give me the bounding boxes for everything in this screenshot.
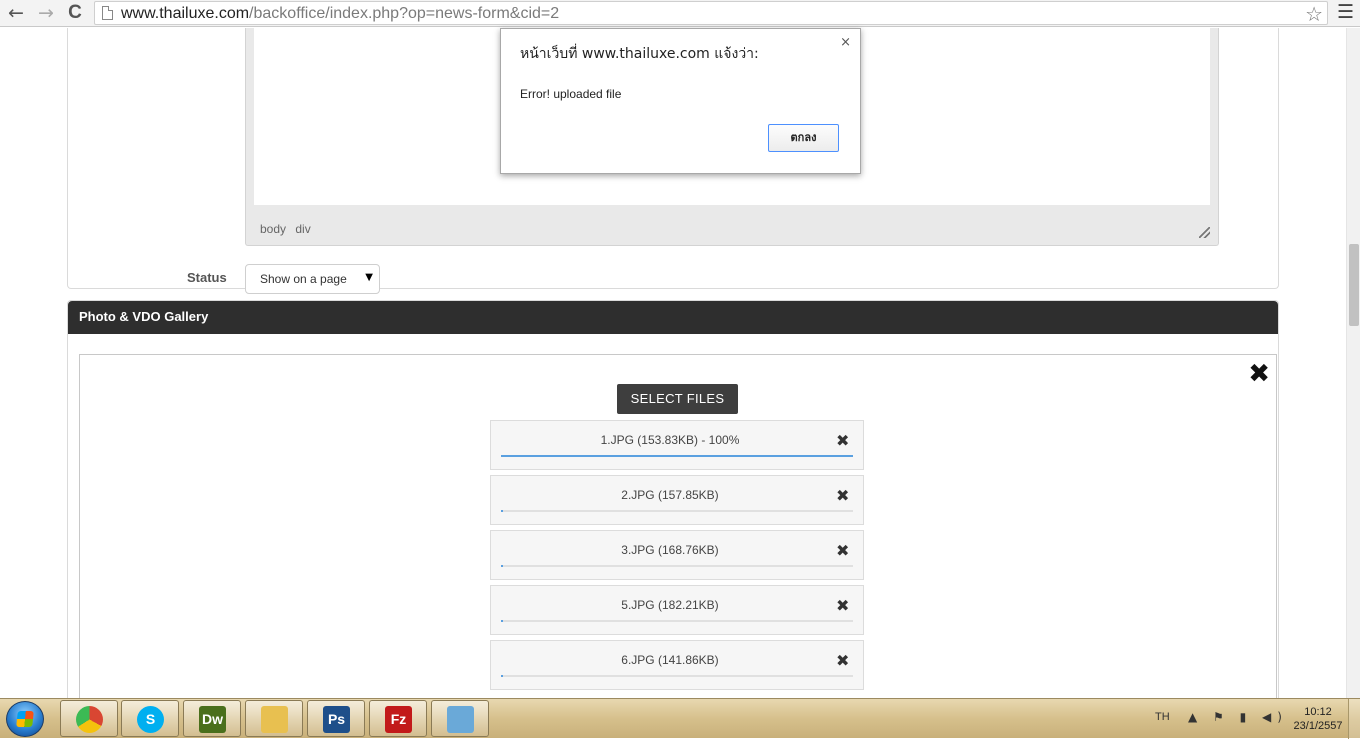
dreamweaver-icon: Dw (199, 706, 226, 733)
notes-icon (447, 706, 474, 733)
show-desktop-button[interactable] (1348, 699, 1360, 739)
url-text[interactable]: www.thailuxe.com/backoffice/index.php?op… (121, 5, 559, 23)
language-indicator[interactable]: TH (1155, 711, 1170, 723)
file-item: 2.JPG (157.85KB) ✖ (490, 475, 864, 525)
page-icon (102, 6, 113, 20)
forward-icon[interactable]: → (35, 2, 57, 24)
status-selected-value: Show on a page (260, 272, 347, 286)
select-files-button[interactable]: SELECT FILES (617, 384, 738, 414)
back-icon[interactable]: ← (5, 2, 27, 24)
file-progress-bar (501, 675, 853, 677)
url-path: /backoffice/index.php?op=news-form&cid=2 (249, 5, 560, 22)
file-name: 5.JPG (182.21KB) (621, 598, 719, 612)
file-name: 2.JPG (157.85KB) (621, 488, 719, 502)
file-progress-bar (501, 510, 853, 512)
taskbar-chrome-button[interactable] (60, 700, 118, 737)
gallery-title: Photo & VDO Gallery (79, 309, 209, 324)
file-item: 5.JPG (182.21KB) ✖ (490, 585, 864, 635)
taskbar: S Dw Ps Fz TH ▲ ⚑ ▮ ◀) 10:12 23/1/2557 (0, 698, 1360, 739)
scrollbar-thumb[interactable] (1349, 244, 1359, 326)
file-progress-fill (501, 620, 504, 622)
taskbar-dreamweaver-button[interactable]: Dw (183, 700, 241, 737)
page-scrollbar[interactable] (1346, 28, 1360, 698)
filezilla-icon: Fz (385, 706, 412, 733)
file-progress-bar (501, 620, 853, 622)
file-progress-fill (501, 565, 504, 567)
file-name: 3.JPG (168.76KB) (621, 543, 719, 557)
taskbar-photoshop-button[interactable]: Ps (307, 700, 365, 737)
status-label: Status (187, 270, 227, 285)
caret-down-icon: ▼ (365, 272, 373, 283)
upload-dropzone[interactable]: ✖ SELECT FILES 1.JPG (153.83KB) - 100% ✖ 2… (79, 354, 1277, 698)
url-host: www.thailuxe.com (121, 5, 250, 22)
file-progress-bar (501, 565, 853, 567)
remove-file-icon[interactable]: ✖ (836, 596, 849, 615)
photoshop-icon: Ps (323, 706, 350, 733)
file-item: 6.JPG (141.86KB) ✖ (490, 640, 864, 690)
browser-toolbar: ← → C www.thailuxe.com/backoffice/index.… (0, 0, 1360, 27)
skype-icon: S (137, 706, 164, 733)
gallery-panel: Photo & VDO Gallery ✖ SELECT FILES 1.JPG… (67, 300, 1279, 698)
taskbar-skype-button[interactable]: S (121, 700, 179, 737)
alert-title: หน้าเว็บที่ www.thailuxe.com แจ้งว่า: (520, 46, 759, 62)
close-icon[interactable]: ✖ (1248, 359, 1270, 389)
explorer-icon (261, 706, 288, 733)
alert-dialog: หน้าเว็บที่ www.thailuxe.com แจ้งว่า: × … (500, 28, 861, 174)
remove-file-icon[interactable]: ✖ (836, 486, 849, 505)
close-icon[interactable]: × (840, 35, 851, 50)
file-progress-fill (501, 455, 853, 457)
remove-file-icon[interactable]: ✖ (836, 541, 849, 560)
address-bar[interactable]: www.thailuxe.com/backoffice/index.php?op… (94, 1, 1328, 26)
chrome-icon (76, 706, 103, 733)
remove-file-icon[interactable]: ✖ (836, 431, 849, 450)
ok-button[interactable]: ตกลง (768, 124, 839, 152)
remove-file-icon[interactable]: ✖ (836, 651, 849, 670)
file-name: 6.JPG (141.86KB) (621, 653, 719, 667)
reload-icon[interactable]: C (64, 2, 86, 24)
gallery-header: Photo & VDO Gallery (68, 301, 1278, 334)
file-item: 1.JPG (153.83KB) - 100% ✖ (490, 420, 864, 470)
clock-date: 23/1/2557 (1293, 720, 1343, 732)
file-list: 1.JPG (153.83KB) - 100% ✖ 2.JPG (157.85KB)… (490, 420, 864, 695)
taskbar-explorer-button[interactable] (245, 700, 303, 737)
path-item-body[interactable]: body (260, 222, 286, 236)
clock-time: 10:12 (1304, 706, 1332, 718)
alert-message: Error! uploaded file (520, 87, 622, 101)
status-select[interactable]: Show on a page ▼ (245, 264, 380, 294)
tray-icons[interactable]: ▲ ⚑ ▮ ◀) (1188, 710, 1288, 724)
file-progress-fill (501, 510, 504, 512)
bookmark-star-icon[interactable]: ☆ (1305, 2, 1323, 26)
file-progress-fill (501, 675, 504, 677)
file-item: 3.JPG (168.76KB) ✖ (490, 530, 864, 580)
taskbar-notes-button[interactable] (431, 700, 489, 737)
start-button[interactable] (6, 701, 44, 737)
file-progress-bar (501, 455, 853, 457)
editor-element-path: body div (260, 222, 317, 236)
file-name: 1.JPG (153.83KB) - 100% (600, 433, 740, 447)
clock[interactable]: 10:12 23/1/2557 (1290, 705, 1346, 733)
editor-resize-handle[interactable] (1199, 227, 1210, 238)
taskbar-filezilla-button[interactable]: Fz (369, 700, 427, 737)
browser-menu-icon[interactable]: ☰ (1337, 1, 1354, 23)
path-item-div[interactable]: div (295, 222, 310, 236)
system-tray: TH ▲ ⚑ ▮ ◀) 10:12 23/1/2557 (1148, 699, 1360, 739)
